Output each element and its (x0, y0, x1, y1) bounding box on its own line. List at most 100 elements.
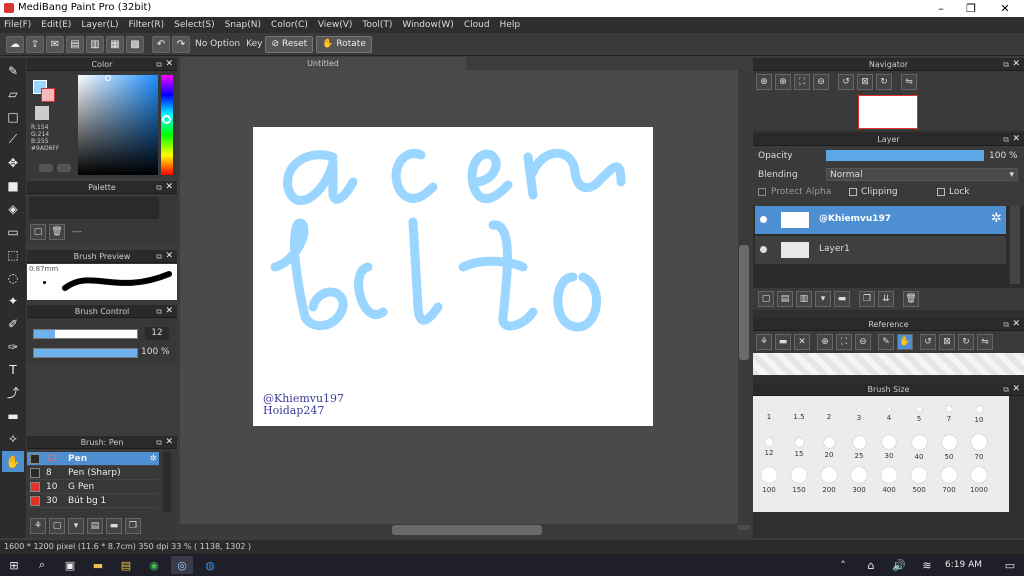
detach-icon[interactable]: ⧉ (156, 436, 162, 449)
brush-add-icon[interactable]: ⚘ (30, 518, 46, 534)
new-layer-icon[interactable]: ▢ (758, 291, 774, 307)
reference-hand-icon[interactable]: ✋ (897, 334, 913, 350)
document-tab[interactable]: Untitled (180, 57, 466, 71)
close-panel-icon[interactable]: ✕ (165, 181, 173, 194)
blur-tool-icon[interactable]: ⟋ (2, 129, 24, 150)
brush-size-option[interactable]: 150 (784, 464, 814, 497)
menu-file[interactable]: File(F) (4, 20, 31, 30)
brush-item[interactable]: 8 Pen (Sharp) (27, 466, 159, 480)
brush-size-option[interactable]: 100 (754, 464, 784, 497)
reset-button[interactable]: ⊘ Reset (265, 35, 314, 53)
close-panel-icon[interactable]: ✕ (165, 436, 173, 449)
navigator-preview[interactable] (753, 93, 1024, 131)
reference-reset-icon[interactable]: ⊠ (939, 334, 955, 350)
windows-start-icon[interactable]: ⊞ (3, 556, 25, 574)
new-palette-icon[interactable]: ▢ (30, 224, 46, 240)
frame-tool-icon[interactable]: ▬ (2, 405, 24, 426)
blending-select[interactable]: Normal ▾ (826, 168, 1018, 181)
brush-size-option[interactable]: 1000 (964, 464, 994, 497)
hue-cursor[interactable] (162, 115, 171, 124)
brush-folder-icon[interactable]: ▬ (106, 518, 122, 534)
brush-new-icon[interactable]: ▢ (49, 518, 65, 534)
store-icon[interactable]: ▤ (115, 556, 137, 574)
brush-item[interactable]: 10 G Pen (27, 480, 159, 494)
menu-window[interactable]: Window(W) (402, 20, 453, 30)
eyedropper-icon[interactable]: ⟡ (2, 428, 24, 449)
wifi-icon[interactable]: ≋ (916, 556, 938, 574)
bucket-tool-icon[interactable]: ◈ (2, 198, 24, 219)
brush-size-option[interactable]: 7 (934, 398, 964, 431)
hue-slider[interactable] (161, 75, 173, 175)
reference-add-icon[interactable]: ⚘ (756, 334, 772, 350)
rotate-button[interactable]: ✋ Rotate (316, 35, 372, 53)
brush-size-option[interactable]: 30 (874, 431, 904, 464)
detach-icon[interactable]: ⧉ (1003, 58, 1009, 71)
layer-opacity-slider[interactable] (826, 150, 984, 161)
menu-color[interactable]: Color(C) (271, 20, 308, 30)
detach-icon[interactable]: ⧉ (1003, 133, 1009, 146)
reference-zoom-in-icon[interactable]: ⊕ (817, 334, 833, 350)
file-explorer-icon[interactable]: ▬ (87, 556, 109, 574)
brush-size-option[interactable]: 3 (844, 398, 874, 431)
magic-wand-icon[interactable]: ✦ (2, 290, 24, 311)
close-panel-icon[interactable]: ✕ (165, 250, 173, 263)
gradient-tool-icon[interactable]: ▭ (2, 221, 24, 242)
horizontal-scrollbar[interactable] (180, 524, 738, 536)
brush-size-option[interactable]: 10 (964, 398, 994, 431)
zoom-out-icon[interactable]: ⊖ (813, 74, 829, 90)
page-icon[interactable]: ▥ (86, 35, 104, 53)
layer-folder-icon[interactable]: ▬ (834, 291, 850, 307)
layer-settings-icon[interactable]: ✲ (991, 211, 1002, 226)
menu-view[interactable]: View(V) (318, 20, 353, 30)
brush-size-option[interactable]: 12 (754, 431, 784, 464)
close-icon[interactable]: ✕ (990, 0, 1020, 17)
brush-size-slider[interactable] (33, 329, 138, 339)
brush-size-option[interactable]: 500 (904, 464, 934, 497)
layer-row[interactable]: Layer1 (755, 236, 1006, 264)
minimize-icon[interactable]: – (926, 0, 956, 17)
protect-alpha-checkbox[interactable] (758, 188, 766, 196)
dot-tool-icon[interactable]: □ (2, 106, 24, 127)
brush-size-option[interactable]: 300 (844, 464, 874, 497)
delete-layer-icon[interactable]: 🗑 (903, 291, 919, 307)
layer-scrollbar[interactable] (1010, 206, 1020, 284)
vertical-scroll-thumb[interactable] (739, 245, 749, 360)
close-panel-icon[interactable]: ✕ (1012, 383, 1020, 396)
reference-eyedropper-icon[interactable]: ✎ (878, 334, 894, 350)
task-view-icon[interactable]: ▣ (59, 556, 81, 574)
fit-window-icon[interactable]: ⛶ (794, 74, 810, 90)
brush-copy-icon[interactable]: ▤ (87, 518, 103, 534)
zoom-in-icon[interactable]: ⊕ (775, 74, 791, 90)
close-panel-icon[interactable]: ✕ (165, 305, 173, 318)
menu-tool[interactable]: Tool(T) (362, 20, 392, 30)
close-panel-icon[interactable]: ✕ (165, 58, 173, 71)
move-tool-icon[interactable]: ✥ (2, 152, 24, 173)
reference-close-icon[interactable]: ✕ (794, 334, 810, 350)
brush-settings-icon[interactable]: ✲ (149, 454, 157, 464)
brush-size-option[interactable]: 15 (784, 431, 814, 464)
brush-import-icon[interactable]: ▾ (68, 518, 84, 534)
flip-icon[interactable]: ⇋ (901, 74, 917, 90)
menu-snap[interactable]: Snap(N) (225, 20, 261, 30)
reference-open-icon[interactable]: ▬ (775, 334, 791, 350)
select-tool-icon[interactable]: ⬚ (2, 244, 24, 265)
background-swatch[interactable] (41, 88, 55, 102)
brush-size-option[interactable]: 40 (904, 431, 934, 464)
detach-icon[interactable]: ⧉ (156, 305, 162, 318)
brush-size-option[interactable]: 20 (814, 431, 844, 464)
shape-tool-icon[interactable]: ■ (2, 175, 24, 196)
tiles-icon[interactable]: ▩ (126, 35, 144, 53)
chevron-up-icon[interactable]: ˄ (832, 556, 854, 574)
reference-flip-icon[interactable]: ⇋ (977, 334, 993, 350)
upload-icon[interactable]: ⇪ (26, 35, 44, 53)
brush-size-option[interactable]: 700 (934, 464, 964, 497)
detach-icon[interactable]: ⧉ (156, 250, 162, 263)
reference-fit-icon[interactable]: ⛶ (836, 334, 852, 350)
merge-layer-icon[interactable]: ⇊ (878, 291, 894, 307)
brush-size-value[interactable]: 12 (145, 327, 169, 340)
delete-palette-icon[interactable]: 🗑 (49, 224, 65, 240)
brush-size-option[interactable]: 4 (874, 398, 904, 431)
detach-icon[interactable]: ⧉ (1003, 318, 1009, 331)
medibang-taskbar-icon[interactable]: ◎ (171, 556, 193, 574)
zoom-fit-icon[interactable]: ⊕ (756, 74, 772, 90)
